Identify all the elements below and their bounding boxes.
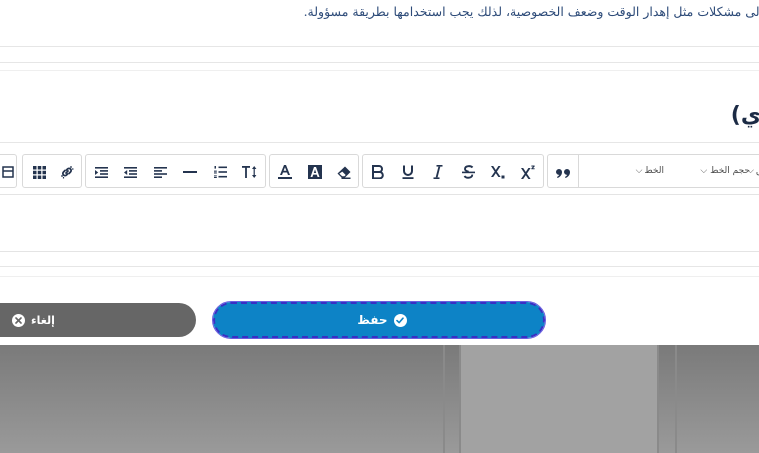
toolbar-group-table [0,154,17,188]
text-size-icon[interactable] [238,155,262,189]
section-heading: ي) [730,103,759,128]
divider [0,46,759,47]
cancel-button[interactable]: إلغاء [0,303,196,337]
save-button[interactable]: حفظ [212,301,546,339]
font-family-select-label: الخط [644,166,664,176]
backdrop-divider [657,345,659,453]
backdrop-divider [459,345,461,453]
divider [0,62,759,63]
chevron-down-icon: ⌵ [700,166,708,176]
font-family-select[interactable]: الخط ⌵ [584,154,664,188]
horizontal-rule-icon[interactable] [178,155,202,189]
toolbar-group-color [269,154,359,188]
backdrop-panel [461,345,657,453]
unlink-icon[interactable] [55,155,79,189]
editor-content-area[interactable] [0,194,759,252]
ordered-list-icon[interactable] [208,155,232,189]
blockquote-icon[interactable] [551,155,575,189]
backdrop-divider [675,345,677,453]
divider [0,266,759,267]
chevron-down-icon: ⌵ [635,166,643,176]
table-icon[interactable] [0,155,17,189]
content-paragraph: إلى مشكلات مثل إهدار الوقت وضعف الخصوصية… [0,2,759,24]
indent-icon[interactable] [89,155,113,189]
subscript-icon[interactable] [486,155,510,189]
paragraph-text: إلى مشكلات مثل إهدار الوقت وضعف الخصوصية… [303,4,759,19]
font-color-icon[interactable] [273,155,297,189]
superscript-icon[interactable] [516,155,540,189]
editor-toolbar: الخط ⌵ حجم الخط ⌵ بق ⌵ [0,154,759,190]
grid-icon[interactable] [27,155,51,189]
toolbar-group-style [362,154,544,188]
divider [0,276,759,277]
bold-icon[interactable] [366,155,390,189]
underline-icon[interactable] [396,155,420,189]
save-button-label: حفظ [357,313,388,327]
divider [0,70,759,71]
strikethrough-icon[interactable] [456,155,480,189]
toolbar-group-insert [22,154,82,188]
toolbar-group-paragraph [85,154,266,188]
align-left-icon[interactable] [148,155,172,189]
background-color-icon[interactable] [303,155,327,189]
check-circle-icon [393,313,407,327]
divider [0,142,759,143]
backdrop-divider [443,345,445,453]
cancel-button-label: إلغاء [31,313,55,327]
x-circle-icon [12,313,25,327]
italic-icon[interactable] [426,155,450,189]
outdent-icon[interactable] [118,155,142,189]
toolbar-separator [578,155,579,187]
eraser-icon[interactable] [332,155,356,189]
format-select[interactable]: بق ⌵ [736,154,759,188]
chevron-down-icon: ⌵ [747,166,754,176]
